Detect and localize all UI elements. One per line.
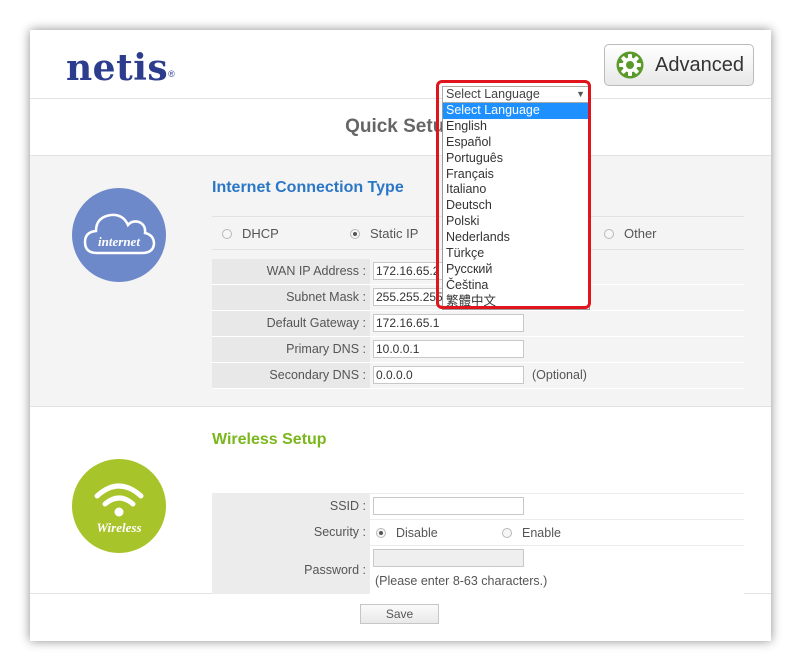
- gear-icon: [616, 51, 644, 79]
- radio-security-enable[interactable]: Enable: [502, 526, 561, 540]
- language-option-italiano[interactable]: Italiano: [443, 182, 589, 198]
- language-option-traditional-chinese[interactable]: 繁體中文: [443, 294, 589, 309]
- internet-connection-heading: Internet Connection Type: [212, 179, 404, 196]
- language-options-list: Select Language English Español Portuguê…: [442, 103, 590, 310]
- secondary-dns-label: Secondary DNS :: [212, 363, 370, 388]
- language-option-english[interactable]: English: [443, 119, 589, 135]
- wireless-setup-heading: Wireless Setup: [212, 431, 327, 448]
- netis-logo: netis®: [66, 48, 175, 88]
- language-option-polski[interactable]: Polski: [443, 214, 589, 230]
- ssid-label: SSID :: [212, 494, 370, 519]
- wireless-icon: Wireless: [72, 459, 166, 553]
- language-option-deutsch[interactable]: Deutsch: [443, 198, 589, 214]
- header: netis® Advanced: [30, 30, 771, 99]
- password-input[interactable]: [373, 549, 524, 567]
- radio-button[interactable]: [502, 528, 512, 538]
- language-option-nederlands[interactable]: Nederlands: [443, 230, 589, 246]
- form-row-primary-dns: Primary DNS : 10.0.0.1: [212, 337, 744, 363]
- advanced-button-label: Advanced: [655, 53, 744, 76]
- radio-static-ip[interactable]: Static IP: [350, 226, 418, 241]
- radio-button[interactable]: [350, 228, 360, 239]
- form-row-ssid: SSID :: [212, 493, 744, 520]
- radio-other[interactable]: Other: [604, 226, 657, 241]
- wireless-section: Wireless Wireless Setup SSID : Security …: [30, 407, 771, 595]
- ssid-input[interactable]: [373, 497, 524, 515]
- wan-ip-label: WAN IP Address :: [212, 259, 370, 284]
- radio-label: Disable: [396, 526, 438, 540]
- password-hint: (Please enter 8-63 characters.): [375, 574, 548, 588]
- language-option-portugues[interactable]: Português: [443, 151, 589, 167]
- radio-button[interactable]: [222, 228, 232, 239]
- optional-hint: (Optional): [532, 368, 587, 382]
- internet-icon-label: internet: [98, 234, 140, 249]
- footer: Save: [30, 594, 771, 641]
- language-option-cestina[interactable]: Čeština: [443, 278, 589, 294]
- subnet-mask-label: Subnet Mask :: [212, 285, 370, 310]
- page-title: Quick Setup: [345, 116, 456, 137]
- language-select[interactable]: Select Language ▼: [442, 86, 590, 103]
- title-bar: Quick Setup: [30, 99, 771, 156]
- radio-label: DHCP: [242, 226, 279, 241]
- language-option-turkce[interactable]: Türkçe: [443, 246, 589, 262]
- language-option-select[interactable]: Select Language: [443, 103, 589, 119]
- radio-dhcp[interactable]: DHCP: [222, 226, 279, 241]
- language-option-espanol[interactable]: Español: [443, 135, 589, 151]
- advanced-button[interactable]: Advanced: [604, 44, 754, 86]
- cloud-icon: internet: [83, 213, 156, 255]
- radio-label: Static IP: [370, 226, 419, 241]
- logo-registered-mark: ®: [168, 69, 176, 79]
- wireless-icon-label: Wireless: [96, 520, 141, 535]
- primary-dns-label: Primary DNS :: [212, 337, 370, 362]
- security-label: Security :: [212, 520, 370, 545]
- logo-text: netis: [66, 47, 169, 89]
- language-option-russian[interactable]: Русский: [443, 262, 589, 278]
- form-row-secondary-dns: Secondary DNS : 0.0.0.0 (Optional): [212, 363, 744, 389]
- language-option-francais[interactable]: Français: [443, 167, 589, 183]
- wifi-icon: Wireless: [94, 483, 144, 535]
- radio-label: Enable: [522, 526, 561, 540]
- internet-icon: internet: [72, 188, 166, 282]
- form-row-default-gateway: Default Gateway : 172.16.65.1: [212, 311, 744, 337]
- primary-dns-input[interactable]: 10.0.0.1: [373, 340, 524, 358]
- wireless-form: SSID : Security : Disable Enable Passwor…: [212, 493, 744, 595]
- language-select-value: Select Language: [446, 87, 540, 101]
- radio-button[interactable]: [376, 528, 386, 538]
- secondary-dns-input[interactable]: 0.0.0.0: [373, 366, 524, 384]
- form-row-password: Password : (Please enter 8-63 characters…: [212, 546, 744, 595]
- radio-security-disable[interactable]: Disable: [376, 526, 438, 540]
- dropdown-arrow-icon: ▼: [576, 89, 585, 99]
- save-button[interactable]: Save: [360, 604, 439, 624]
- internet-section: internet Internet Connection Type DHCP S…: [30, 156, 771, 407]
- form-row-security: Security : Disable Enable: [212, 520, 744, 546]
- radio-button[interactable]: [604, 228, 614, 239]
- password-label: Password :: [212, 546, 370, 594]
- default-gateway-label: Default Gateway :: [212, 311, 370, 336]
- radio-label: Other: [624, 226, 657, 241]
- router-setup-window: netis® Advanced Quick Setup internet Int…: [30, 30, 771, 641]
- default-gateway-input[interactable]: 172.16.65.1: [373, 314, 524, 332]
